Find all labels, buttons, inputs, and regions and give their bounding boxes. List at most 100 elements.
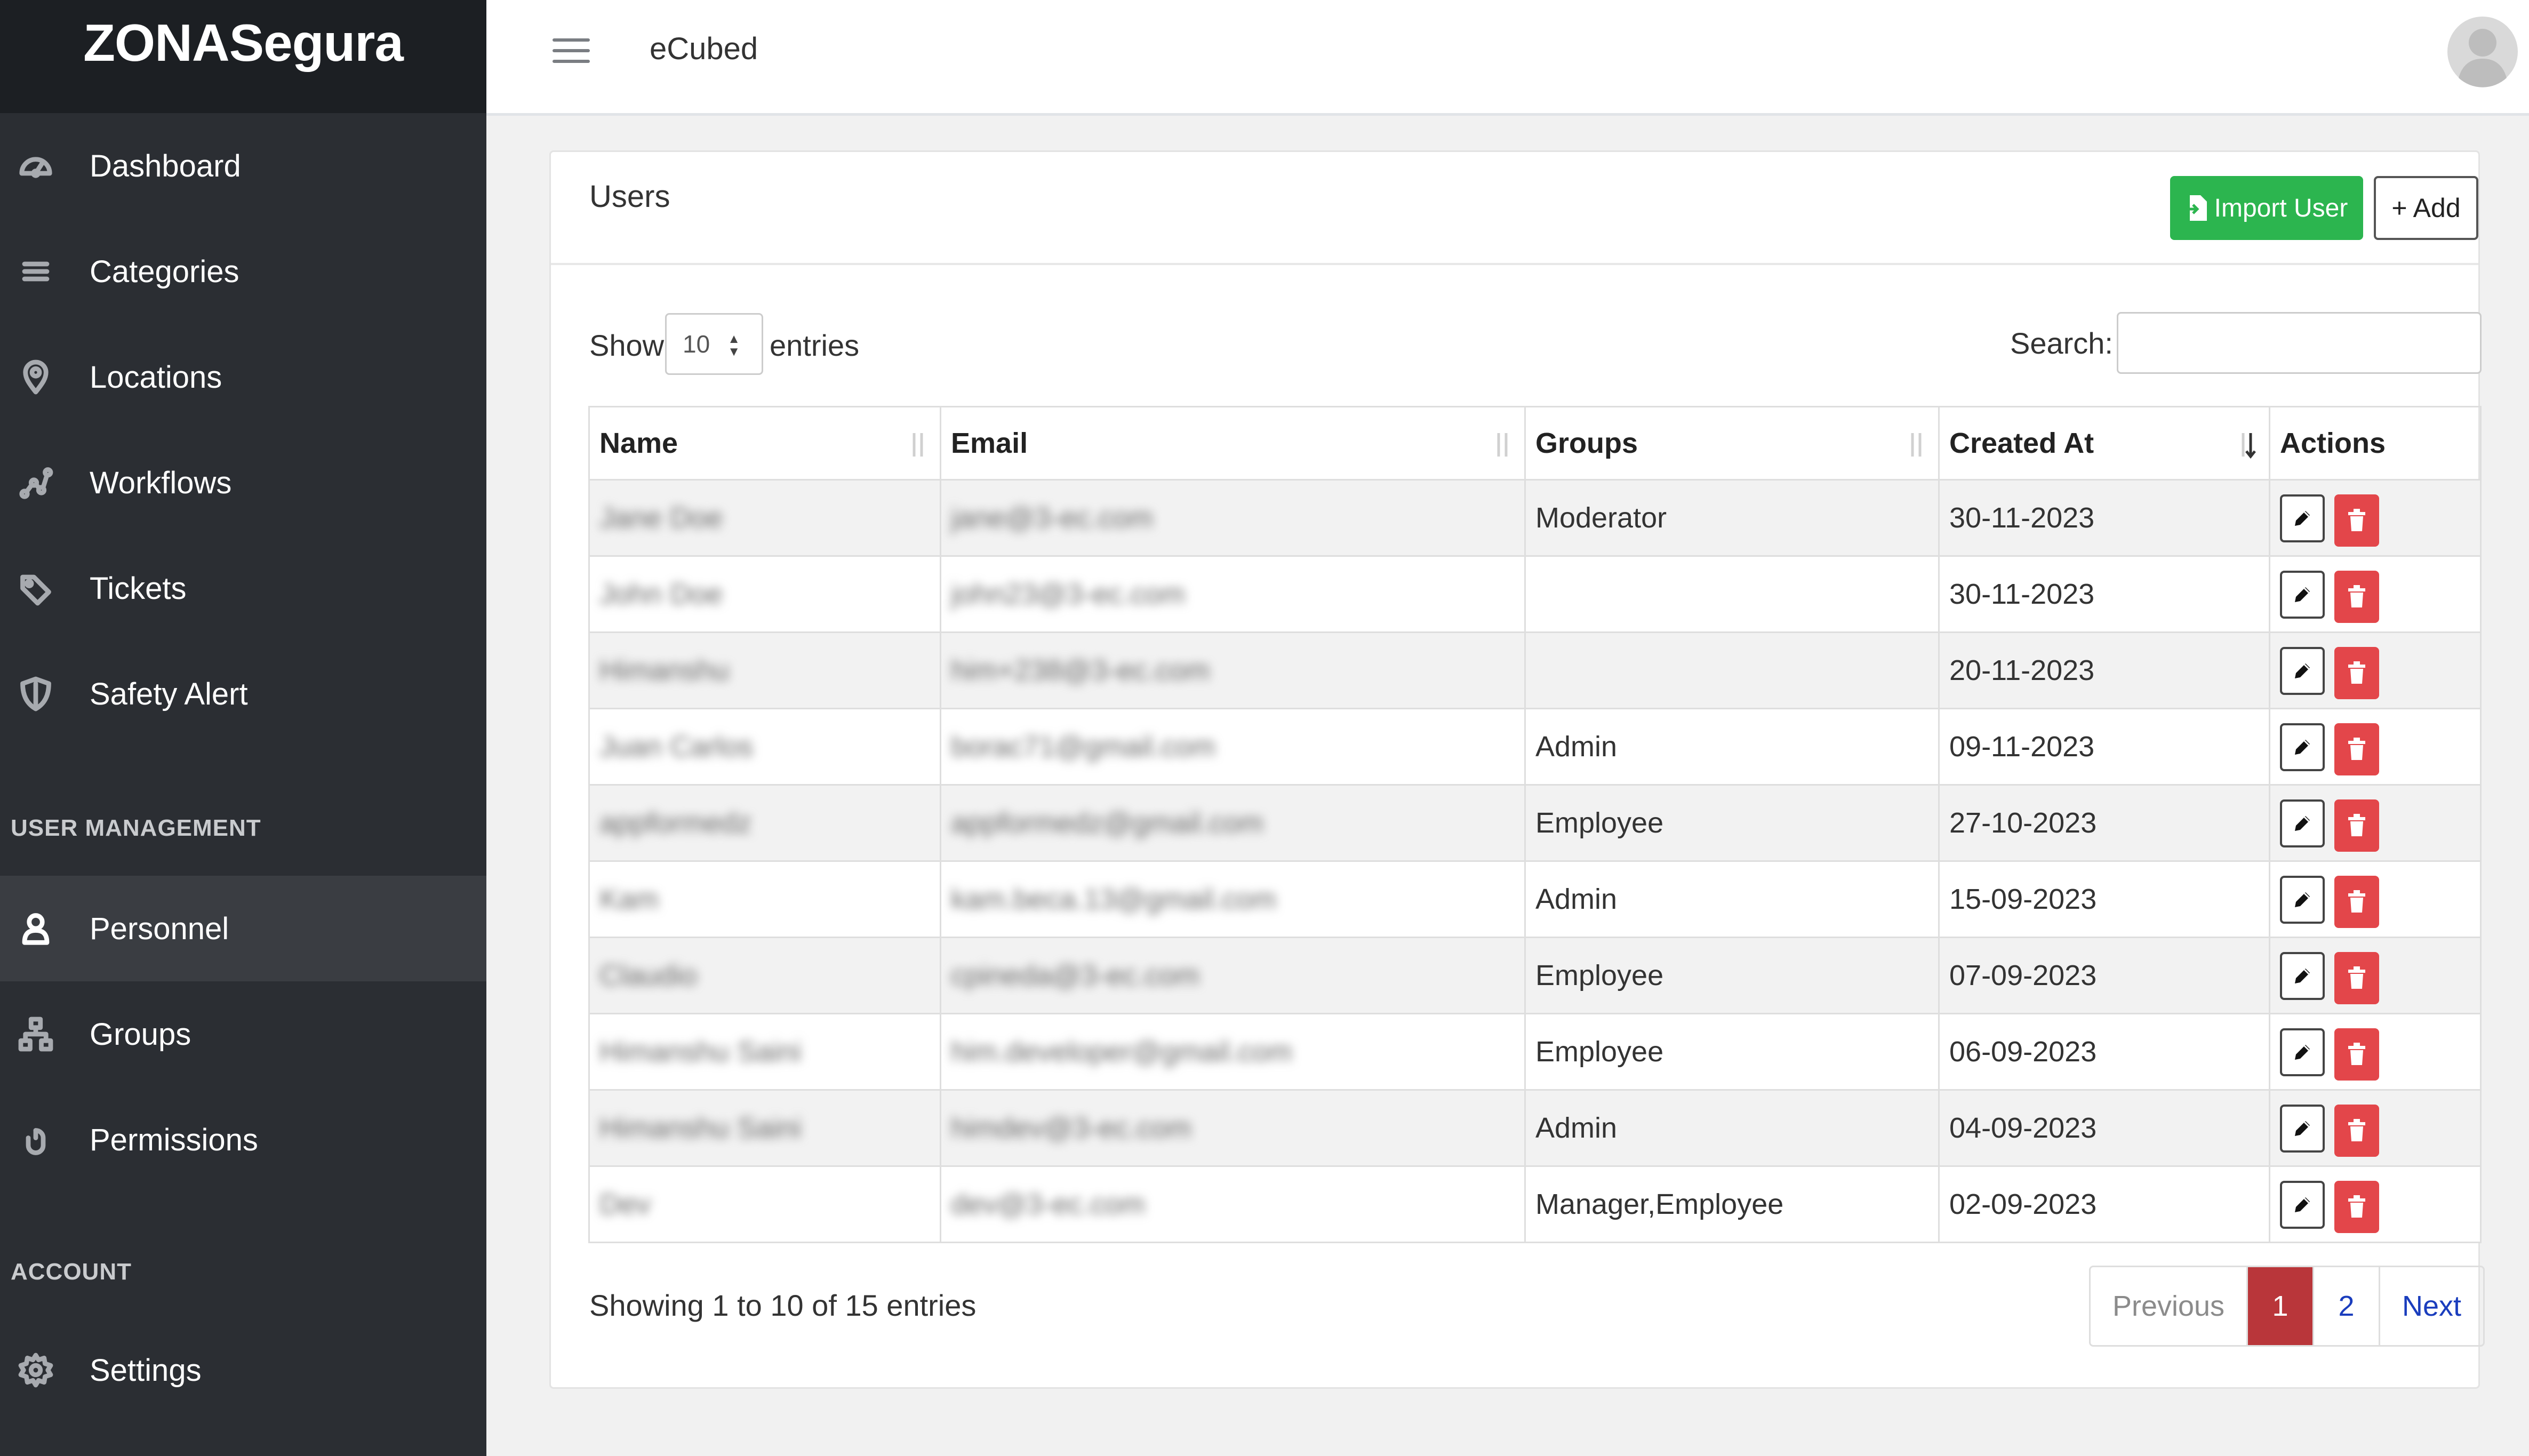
cell-email: john23@3-ec.com: [940, 557, 1524, 631]
sidebar-item-groups[interactable]: Groups: [0, 981, 486, 1087]
delete-button[interactable]: [2334, 799, 2379, 852]
cell-actions: [2269, 1167, 2480, 1242]
delete-button[interactable]: [2334, 571, 2379, 623]
cell-name: John Doe: [590, 557, 940, 631]
dashboard-icon: [16, 146, 55, 186]
edit-button[interactable]: [2280, 1181, 2325, 1229]
page-1-button[interactable]: 1: [2246, 1267, 2312, 1345]
edit-button[interactable]: [2280, 952, 2325, 1000]
user-name: Jane Doe: [599, 502, 723, 534]
sidebar-item-workflows[interactable]: Workflows: [0, 430, 486, 535]
delete-button[interactable]: [2334, 1105, 2379, 1157]
sidebar-item-label: Groups: [90, 1017, 191, 1052]
workflow-icon: [16, 463, 55, 502]
location-pin-icon: [16, 357, 55, 397]
delete-button[interactable]: [2334, 876, 2379, 928]
edit-button[interactable]: [2280, 723, 2325, 771]
delete-button[interactable]: [2334, 1181, 2379, 1233]
cell-groups: Employee: [1524, 1014, 1938, 1089]
table-header-row: Name Email Groups Created At Actions: [590, 407, 2480, 479]
cell-groups: Admin: [1524, 709, 1938, 784]
brand-logo[interactable]: ZONASegura: [0, 0, 486, 113]
edit-button[interactable]: [2280, 494, 2325, 542]
cell-groups: [1524, 633, 1938, 708]
user-name: Himanshu: [599, 654, 730, 686]
column-header-created-at[interactable]: Created At: [1938, 407, 2269, 479]
page-length-select[interactable]: 10 ▲ ▼: [665, 313, 763, 375]
delete-button[interactable]: [2334, 647, 2379, 699]
user-groups: Moderator: [1535, 502, 1667, 534]
user-email: kam.beca.13@gmail.com: [951, 883, 1277, 915]
trash-icon: [2348, 814, 2365, 836]
edit-button[interactable]: [2280, 1028, 2325, 1076]
add-user-button[interactable]: + Add: [2374, 176, 2478, 240]
cell-created-at: 04-09-2023: [1938, 1091, 2269, 1165]
hamburger-icon[interactable]: [553, 32, 590, 69]
cell-email: appformedz@gmail.com: [940, 786, 1524, 860]
column-header-label: Actions: [2280, 427, 2386, 459]
edit-button[interactable]: [2280, 876, 2325, 924]
column-header-label: Name: [599, 427, 678, 459]
table-row: Jane Doe jane@3-ec.com Moderator 30-11-2023: [590, 479, 2480, 555]
table-row: Dev dev@3-ec.com Manager,Employee 02-09-202…: [590, 1165, 2480, 1242]
column-header-groups[interactable]: Groups: [1524, 407, 1938, 479]
sidebar-item-settings[interactable]: Settings: [0, 1317, 486, 1423]
sidebar-item-dashboard[interactable]: Dashboard: [0, 113, 486, 219]
sidebar-item-personnel[interactable]: Personnel: [0, 876, 486, 981]
sidebar-item-safety-alert[interactable]: Safety Alert: [0, 641, 486, 747]
sidebar-item-label: Permissions: [90, 1122, 258, 1157]
cell-groups: Admin: [1524, 862, 1938, 937]
cell-email: dev@3-ec.com: [940, 1167, 1524, 1242]
delete-button[interactable]: [2334, 952, 2379, 1004]
next-page-button[interactable]: Next: [2379, 1267, 2483, 1345]
pencil-icon: [2295, 816, 2310, 831]
search-input[interactable]: [2117, 312, 2482, 374]
sidebar-item-categories[interactable]: Categories: [0, 219, 486, 324]
delete-button[interactable]: [2334, 1028, 2379, 1081]
mouse-icon: [16, 1120, 55, 1159]
import-user-button[interactable]: Import User: [2170, 176, 2363, 240]
delete-button[interactable]: [2334, 494, 2379, 547]
page-2-button[interactable]: 2: [2312, 1267, 2379, 1345]
column-header-email[interactable]: Email: [940, 407, 1524, 479]
users-card: Users Import User + Add Show 10 ▲ ▼ entri…: [549, 150, 2485, 1389]
shield-icon: [16, 674, 55, 714]
edit-button[interactable]: [2280, 1105, 2325, 1153]
column-header-name[interactable]: Name: [590, 407, 940, 479]
cell-created-at: 02-09-2023: [1938, 1167, 2269, 1242]
user-email: him.developer@gmail.com: [951, 1036, 1293, 1068]
column-header-label: Groups: [1535, 427, 1638, 459]
table-row: Kam kam.beca.13@gmail.com Admin 15-09-2023: [590, 860, 2480, 937]
pencil-icon: [2295, 969, 2310, 983]
sidebar-item-label: Personnel: [90, 911, 229, 946]
sidebar-item-tickets[interactable]: Tickets: [0, 535, 486, 641]
user-name: Claudio: [599, 959, 698, 991]
trash-icon: [2348, 509, 2365, 531]
edit-button[interactable]: [2280, 571, 2325, 619]
pencil-icon: [2295, 663, 2310, 678]
edit-button[interactable]: [2280, 799, 2325, 847]
cell-actions: [2269, 481, 2480, 555]
pencil-icon: [2295, 892, 2310, 907]
user-avatar-icon[interactable]: [2447, 12, 2518, 92]
groups-icon: [16, 1014, 55, 1054]
edit-button[interactable]: [2280, 647, 2325, 695]
cell-name: Claudio: [590, 938, 940, 1013]
cell-name: Juan Carlos: [590, 709, 940, 784]
sidebar-item-locations[interactable]: Locations: [0, 324, 486, 430]
delete-button[interactable]: [2334, 723, 2379, 775]
entries-label: entries: [770, 329, 860, 362]
cell-email: him+238@3-ec.com: [940, 633, 1524, 708]
user-name: Himanshu Saini: [599, 1112, 802, 1144]
sidebar-item-label: Workflows: [90, 465, 232, 500]
user-created-at: 20-11-2023: [1949, 654, 2095, 686]
table-row: Himanshu him+238@3-ec.com 20-11-2023: [590, 631, 2480, 708]
cell-actions: [2269, 786, 2480, 860]
card-title: Users: [589, 179, 670, 214]
sidebar-item-permissions[interactable]: Permissions: [0, 1087, 486, 1193]
table-row: Juan Carlos borac71@gmail.com Admin 09-11-2…: [590, 708, 2480, 784]
cell-groups: Employee: [1524, 938, 1938, 1013]
column-header-label: Email: [951, 427, 1028, 459]
pencil-icon: [2295, 587, 2310, 602]
previous-page-button[interactable]: Previous: [2091, 1267, 2246, 1345]
